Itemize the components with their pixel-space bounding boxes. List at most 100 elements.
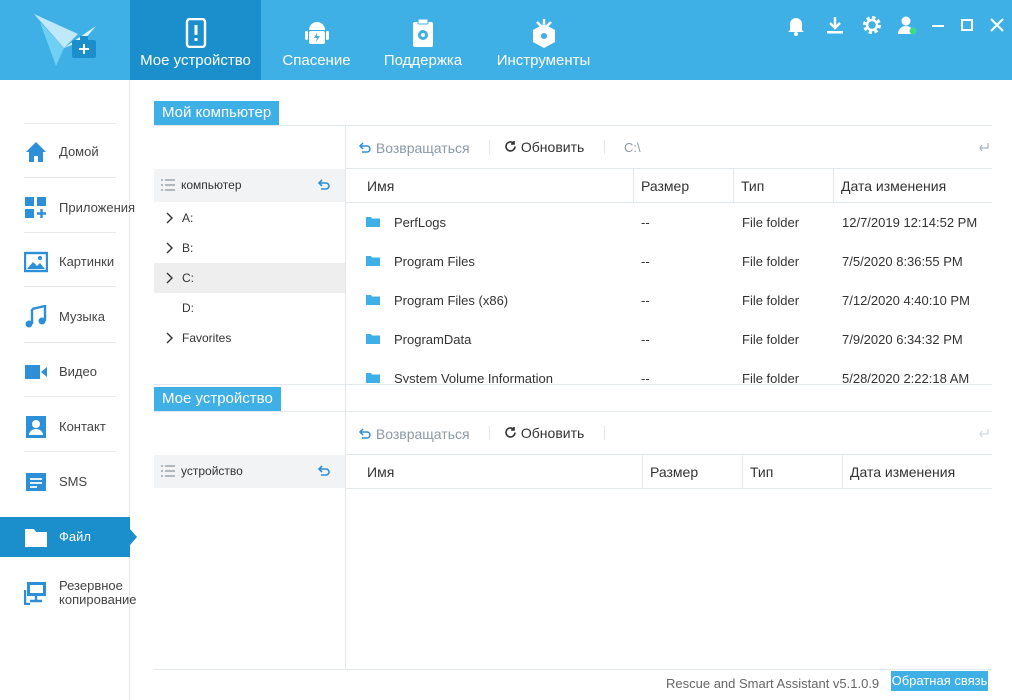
table-row[interactable]: PerfLogs -- File folder 12/7/2019 12:14:…	[346, 203, 992, 242]
table-row[interactable]: Program Files (x86) -- File folder 7/12/…	[346, 281, 992, 320]
close-icon[interactable]	[986, 14, 1008, 36]
divider	[346, 454, 992, 455]
folder-icon	[366, 256, 380, 266]
column-header-size[interactable]: Размер	[650, 464, 698, 480]
gear-icon[interactable]	[861, 14, 883, 36]
divider	[733, 168, 734, 202]
section-title-device: Мое устройство	[154, 387, 281, 411]
path-field[interactable]: C:\	[624, 140, 641, 155]
divider	[489, 426, 490, 440]
refresh-button[interactable]: Обновить	[504, 139, 584, 155]
undo-icon[interactable]	[317, 464, 331, 478]
chevron-right-icon[interactable]	[164, 272, 174, 284]
file-size: --	[641, 332, 650, 347]
back-button[interactable]: Возвращаться	[358, 140, 470, 156]
table-row[interactable]: ProgramData -- File folder 7/9/2020 6:34…	[346, 320, 992, 359]
tree-item-label: C:	[182, 271, 194, 285]
column-header-modified[interactable]: Дата изменения	[850, 464, 955, 480]
divider	[24, 286, 116, 287]
sidebar-item-contact[interactable]: Контакт	[0, 407, 130, 447]
tab-my-device[interactable]: Мое устройство	[130, 0, 261, 80]
sidebar-item-pictures[interactable]: Картинки	[0, 242, 130, 282]
file-type: File folder	[742, 332, 800, 347]
section-title-computer: Мой компьютер	[154, 101, 280, 125]
user-icon[interactable]	[896, 14, 918, 36]
file-type: File folder	[742, 254, 800, 269]
divider	[154, 669, 992, 670]
backup-icon	[24, 582, 46, 605]
column-header-modified[interactable]: Дата изменения	[841, 178, 946, 194]
divider	[489, 140, 490, 154]
chevron-right-icon[interactable]	[164, 332, 174, 344]
tab-support[interactable]: Поддержка	[373, 0, 473, 80]
file-size: --	[641, 254, 650, 269]
tree-header-label: устройство	[181, 464, 243, 478]
refresh-label: Обновить	[520, 139, 585, 155]
file-name: System Volume Information	[394, 371, 553, 383]
video-icon	[25, 365, 47, 379]
tree-header-device: устройство	[154, 455, 345, 488]
bell-icon[interactable]	[785, 14, 807, 36]
sidebar-item-home[interactable]: Домой	[0, 132, 130, 172]
divider	[633, 168, 634, 202]
sidebar-item-label: Файл	[59, 529, 91, 544]
file-modified: 5/28/2020 2:22:18 AM	[842, 371, 970, 383]
tree-header-label: компьютер	[181, 178, 242, 192]
column-header-name[interactable]: Имя	[367, 464, 394, 480]
tree-item-label: B:	[182, 241, 194, 255]
folder-icon	[366, 373, 380, 383]
tree-item-label: Favorites	[182, 331, 232, 345]
table-row[interactable]: System Volume Information -- File folder…	[346, 359, 992, 383]
sidebar-item-file[interactable]: Файл	[0, 517, 137, 557]
feedback-button[interactable]: Обратная связь	[891, 671, 988, 691]
list-icon	[161, 465, 175, 477]
undo-icon[interactable]	[317, 178, 331, 192]
file-modified: 7/9/2020 6:34:32 PM	[842, 332, 963, 347]
tab-tools[interactable]: Инструменты	[486, 0, 601, 80]
sidebar-item-backup[interactable]: Резервное копирование	[0, 572, 137, 614]
home-icon	[26, 142, 46, 162]
tree-item-c[interactable]: C:	[154, 263, 345, 293]
sidebar-item-apps[interactable]: Приложения	[0, 188, 135, 228]
sidebar-item-sms[interactable]: SMS	[0, 462, 130, 502]
chevron-right-icon[interactable]	[164, 242, 174, 254]
tree-item-b[interactable]: B:	[154, 233, 345, 263]
back-button[interactable]: Возвращаться	[358, 426, 470, 442]
back-arrow-icon	[358, 428, 371, 439]
sidebar-item-label: Видео	[59, 364, 97, 379]
tree-item-a[interactable]: A:	[154, 203, 345, 233]
sidebar-item-music[interactable]: Музыка	[0, 297, 130, 337]
file-size: --	[641, 215, 650, 230]
chevron-right-icon[interactable]	[164, 212, 174, 224]
column-header-size[interactable]: Размер	[641, 178, 689, 194]
download-icon[interactable]	[824, 14, 846, 36]
column-header-type[interactable]: Тип	[750, 464, 773, 480]
divider	[604, 426, 605, 440]
divider	[154, 384, 992, 385]
refresh-button[interactable]: Обновить	[504, 425, 584, 441]
tree-item-d[interactable]: D:	[154, 293, 345, 323]
table-row[interactable]: Program Files -- File folder 7/5/2020 8:…	[346, 242, 992, 281]
app-logo	[0, 0, 130, 80]
top-bar: Мое устройство Спасение Поддержка Инстру…	[0, 0, 1012, 80]
divider	[24, 123, 116, 124]
tree-item-favorites[interactable]: Favorites	[154, 323, 345, 353]
back-label: Возвращаться	[375, 140, 470, 156]
toolbox-icon	[532, 19, 555, 48]
column-header-name[interactable]: Имя	[367, 178, 394, 194]
minimize-icon[interactable]	[927, 14, 949, 36]
android-icon	[304, 22, 329, 44]
file-modified: 7/12/2020 4:40:10 PM	[842, 293, 970, 308]
sidebar-item-video[interactable]: Видео	[0, 352, 130, 392]
divider	[154, 411, 992, 412]
sidebar-item-label: SMS	[59, 474, 88, 489]
divider	[642, 454, 643, 488]
maximize-icon[interactable]	[956, 14, 978, 36]
column-header-type[interactable]: Тип	[741, 178, 764, 194]
enter-icon[interactable]	[978, 142, 989, 152]
enter-icon[interactable]	[978, 428, 989, 438]
divider	[346, 488, 992, 489]
tab-label: Инструменты	[496, 52, 591, 69]
divider	[346, 168, 992, 169]
tab-rescue[interactable]: Спасение	[266, 0, 367, 80]
